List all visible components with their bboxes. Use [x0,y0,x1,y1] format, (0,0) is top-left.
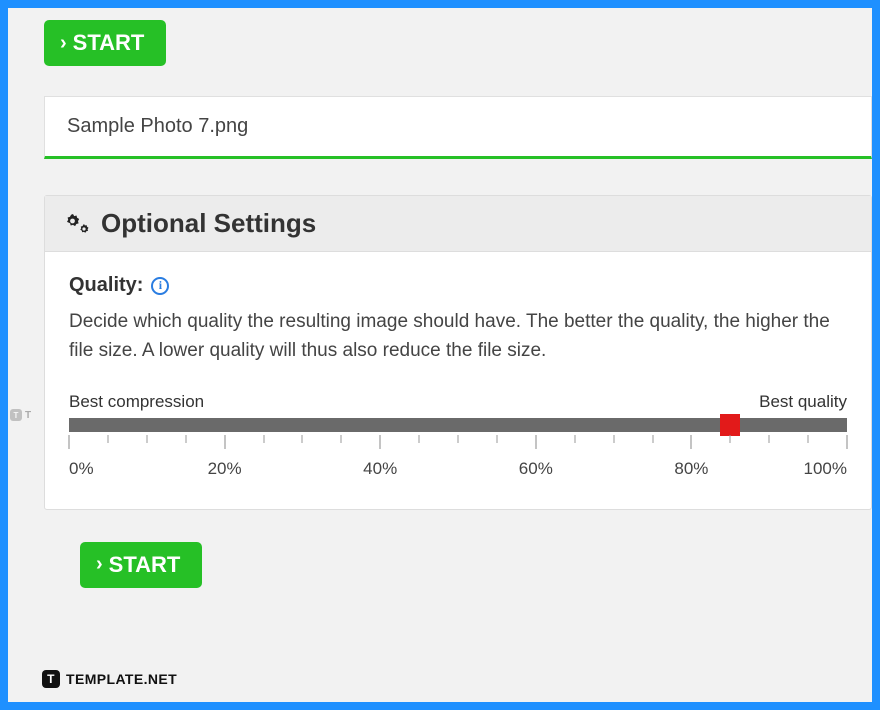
tick-major [847,435,848,449]
start-button-top-label: START [73,30,145,56]
info-icon[interactable]: i [151,277,169,295]
quality-label: Quality: [69,274,143,297]
tick-minor [185,435,186,443]
watermark-faded: T T [10,409,31,421]
t-badge-icon: T [42,670,60,688]
filename-display: Sample Photo 7.png [44,96,872,159]
quality-slider-thumb[interactable] [720,414,740,436]
tick-label: 60% [519,459,553,479]
tick-minor [652,435,653,443]
start-button-top[interactable]: › START [44,20,166,66]
watermark-faded-text: T [25,410,31,421]
tick-minor [574,435,575,443]
settings-title: Optional Settings [101,208,316,239]
tick-minor [302,435,303,443]
t-badge-icon: T [10,409,22,421]
tick-label: 20% [208,459,242,479]
settings-header: Optional Settings [45,196,871,252]
tick-minor [107,435,108,443]
tick-major [224,435,225,449]
tick-minor [146,435,147,443]
tick-major [380,435,381,449]
tick-minor [808,435,809,443]
filename-text: Sample Photo 7.png [67,115,248,137]
slider-end-labels: Best compression Best quality [69,392,847,412]
chevron-right-icon: › [96,553,103,576]
tick-minor [730,435,731,443]
tick-label: 100% [804,459,847,479]
slider-right-label: Best quality [759,392,847,412]
tick-major [535,435,536,449]
tick-minor [496,435,497,443]
tick-label: 40% [363,459,397,479]
quality-row: Quality: i [69,274,847,297]
quality-description: Decide which quality the resulting image… [69,307,847,366]
tick-minor [613,435,614,443]
app-frame: › START Sample Photo 7.png Optional Sett… [0,0,880,710]
slider-ticks [69,435,847,457]
tick-major [69,435,70,449]
tick-minor [458,435,459,443]
tick-major [691,435,692,449]
start-button-bottom-label: START [109,552,181,578]
settings-body: Quality: i Decide which quality the resu… [45,252,871,509]
tick-label: 0% [69,459,94,479]
optional-settings-card: Optional Settings Quality: i Decide whic… [44,195,872,510]
slider-tick-labels: 0% 20% 40% 60% 80% 100% [69,459,847,481]
watermark: T TEMPLATE.NET [42,670,177,688]
tick-minor [419,435,420,443]
tick-minor [769,435,770,443]
start-button-bottom[interactable]: › START [80,542,202,588]
gears-icon [63,212,91,236]
tick-label: 80% [674,459,708,479]
tick-minor [341,435,342,443]
watermark-text: TEMPLATE.NET [66,671,177,687]
quality-slider-track[interactable] [69,418,847,432]
tick-minor [263,435,264,443]
slider-left-label: Best compression [69,392,204,412]
chevron-right-icon: › [60,32,67,55]
